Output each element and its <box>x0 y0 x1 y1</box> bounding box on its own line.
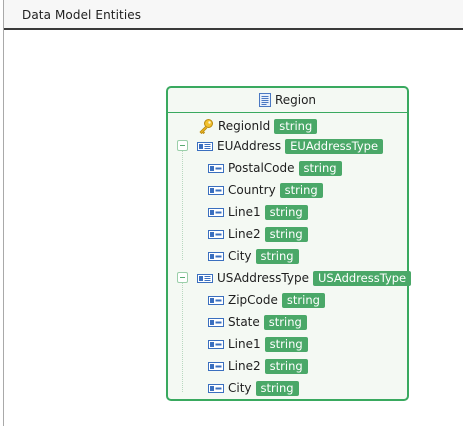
field-row[interactable]: Line2 string <box>208 223 308 245</box>
field-label: PostalCode <box>228 161 295 175</box>
field-row[interactable]: Line1 string <box>208 201 308 223</box>
tree-guide-line <box>182 282 183 392</box>
group-row-euaddress[interactable]: EUAddress EUAddressType <box>197 135 384 157</box>
field-icon <box>208 361 224 371</box>
complex-field-icon <box>197 141 213 151</box>
field-row[interactable]: City string <box>208 377 299 399</box>
field-row[interactable]: Line1 string <box>208 333 308 355</box>
tree-guide-line <box>182 150 183 260</box>
field-type-badge: string <box>264 226 308 242</box>
entity-title: Region <box>274 93 317 107</box>
field-type-badge: string <box>264 204 308 220</box>
field-icon <box>208 317 224 327</box>
complex-field-icon <box>197 273 213 283</box>
field-type-badge: string <box>255 248 299 264</box>
group-label: EUAddress <box>217 139 282 153</box>
group-label: USAddressType <box>217 271 309 285</box>
key-icon <box>199 119 213 134</box>
field-icon <box>208 339 224 349</box>
field-icon <box>208 185 224 195</box>
field-label: Line2 <box>228 227 261 241</box>
field-label: Line2 <box>228 359 261 373</box>
collapse-euaddress-toggle[interactable] <box>177 140 188 151</box>
collapse-usaddress-toggle[interactable] <box>177 272 188 283</box>
key-field-label: RegionId <box>218 119 271 133</box>
key-field-type-badge: string <box>274 118 318 134</box>
field-label: City <box>228 381 252 395</box>
field-icon <box>208 295 224 305</box>
field-row[interactable]: State string <box>208 311 307 333</box>
field-label: Line1 <box>228 337 261 351</box>
entity-key-row[interactable]: RegionId string <box>198 115 318 137</box>
field-type-badge: string <box>264 358 308 374</box>
field-type-badge: string <box>264 336 308 352</box>
field-row[interactable]: Line2 string <box>208 355 308 377</box>
field-icon <box>208 383 224 393</box>
field-row[interactable]: City string <box>208 245 299 267</box>
data-model-window: Data Model Entities Region RegionId stri… <box>0 0 463 426</box>
field-label: ZipCode <box>228 293 278 307</box>
field-type-badge: string <box>263 314 307 330</box>
field-type-badge: string <box>255 380 299 396</box>
field-row[interactable]: Country string <box>208 179 323 201</box>
entity-header[interactable]: Region <box>168 88 407 113</box>
group-row-usaddress[interactable]: USAddressType USAddressType <box>197 267 412 289</box>
field-row[interactable]: ZipCode string <box>208 289 325 311</box>
document-icon <box>258 93 271 107</box>
field-type-badge: string <box>281 292 325 308</box>
field-label: City <box>228 249 252 263</box>
panel-header: Data Model Entities <box>4 0 463 30</box>
field-type-badge: string <box>279 182 323 198</box>
panel-title: Data Model Entities <box>22 8 142 22</box>
window-left-border <box>3 0 4 426</box>
field-icon <box>208 163 224 173</box>
entity-card-region[interactable]: Region RegionId string EUAddress EUAddre… <box>166 86 412 401</box>
field-label: Line1 <box>228 205 261 219</box>
field-icon <box>208 229 224 239</box>
field-type-badge: string <box>298 160 342 176</box>
field-label: State <box>228 315 260 329</box>
field-icon <box>208 251 224 261</box>
field-row[interactable]: PostalCode string <box>208 157 342 179</box>
group-type-badge: USAddressType <box>312 270 412 286</box>
field-label: Country <box>228 183 276 197</box>
group-type-badge: EUAddressType <box>285 138 384 154</box>
field-icon <box>208 207 224 217</box>
